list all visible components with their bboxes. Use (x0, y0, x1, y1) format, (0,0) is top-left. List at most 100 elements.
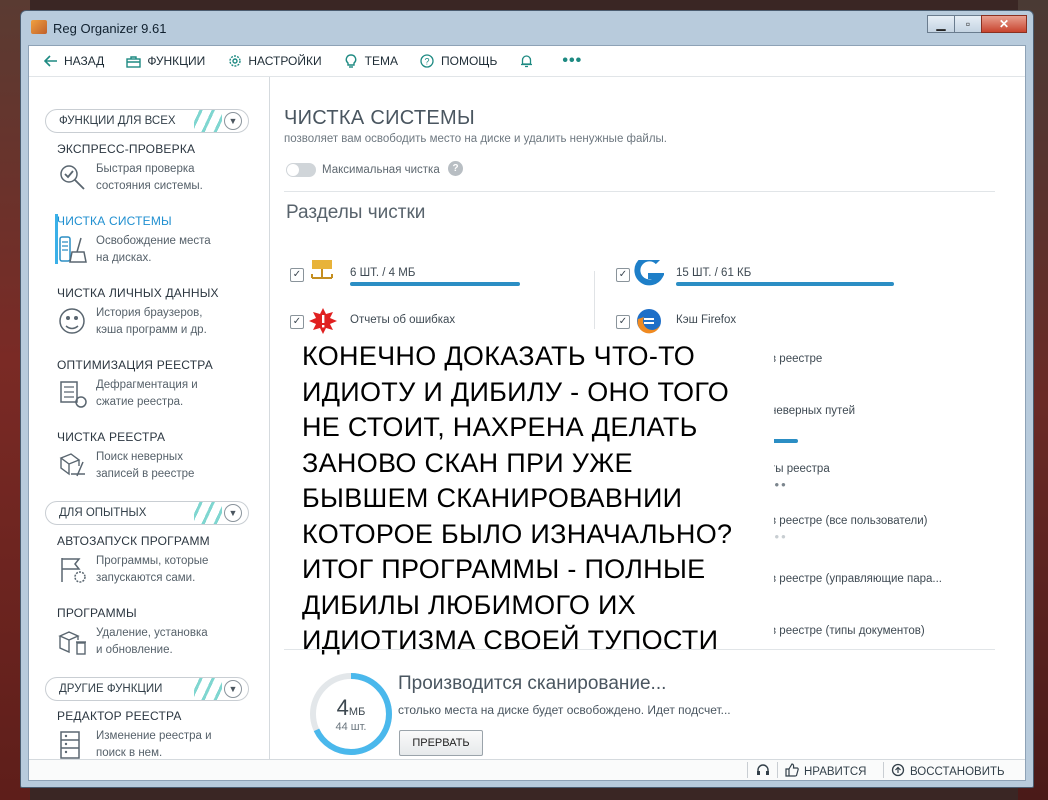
group-header-for-all[interactable]: ФУНКЦИИ ДЛЯ ВСЕХ ▼ (45, 109, 249, 133)
window-title: Reg Organizer 9.61 (53, 21, 167, 36)
settings-label: НАСТРОЙКИ (248, 54, 322, 68)
sidebar-item-description: Программы, которые запускаются сами. (96, 553, 208, 587)
restore-label: ВОССТАНОВИТЬ (910, 765, 1005, 778)
sidebar-item-desc-line1: Удаление, установка (96, 627, 208, 639)
sidebar-item-private-data[interactable]: ЧИСТКА ЛИЧНЫХ ДАННЫХ История браузеров, … (57, 286, 257, 336)
functions-label: ФУНКЦИИ (147, 54, 206, 68)
chevron-down-icon[interactable]: ▼ (224, 680, 242, 698)
sidebar-item-title: ЧИСТКА РЕЕСТРА (57, 430, 166, 444)
close-button[interactable]: ✕ (981, 15, 1027, 33)
max-clean-toggle[interactable] (286, 163, 316, 177)
sidebar-item-description: История браузеров, кэша программ и др. (96, 305, 207, 339)
sidebar-item-registry-optimization[interactable]: ОПТИМИЗАЦИЯ РЕЕСТРА Дефрагментация и сжа… (57, 358, 257, 408)
title-bar[interactable]: Reg Organizer 9.61 ▁ ▫ ✕ (21, 11, 1033, 45)
mask-icon (57, 306, 89, 338)
chevron-down-icon[interactable]: ▼ (224, 112, 242, 130)
stop-scan-button[interactable]: ПРЕРВАТЬ (399, 730, 483, 756)
freed-count: 44 шт. (335, 721, 367, 733)
sidebar-item-registry-editor[interactable]: РЕДАКТОР РЕЕСТРА Изменение реестра и пои… (57, 709, 257, 759)
category-label: в реестре (типы документов) (770, 625, 925, 637)
group-header-advanced[interactable]: ДЛЯ ОПЫТНЫХ ▼ (45, 501, 249, 525)
sidebar-item-desc-line1: Быстрая проверка (96, 163, 195, 175)
restore-button[interactable]: ВОССТАНОВИТЬ (891, 763, 1005, 780)
status-separator (747, 762, 748, 778)
category-checkbox[interactable]: ✓ (290, 315, 304, 329)
category-label: в реестре (управляющие пара... (770, 573, 942, 585)
more-button[interactable]: ••• (562, 52, 582, 70)
group-stripes-decoration (194, 678, 222, 700)
sidebar-item-desc-line1: Освобождение места (96, 235, 211, 247)
divider (284, 649, 995, 650)
category-progress-bar (676, 282, 894, 286)
sidebar-item-autostart[interactable]: АВТОЗАПУСК ПРОГРАММ Программы, которые з… (57, 534, 257, 584)
sidebar-item-desc-line2: сжатие реестра. (96, 396, 184, 408)
group-stripes-decoration (194, 502, 222, 524)
svg-text:?: ? (425, 57, 430, 67)
sidebar-item-system-cleanup[interactable]: ЧИСТКА СИСТЕМЫ Освобождение места на дис… (55, 214, 257, 264)
question-circle-icon: ? (420, 54, 435, 69)
group-stripes-decoration (194, 110, 222, 132)
category-checkbox[interactable]: ✓ (616, 268, 630, 282)
category-checkbox[interactable]: ✓ (290, 268, 304, 282)
column-divider (594, 271, 595, 329)
minimize-button[interactable]: ▁ (927, 15, 955, 33)
group-header-label: ФУНКЦИИ ДЛЯ ВСЕХ (59, 115, 176, 127)
support-button[interactable] (756, 763, 770, 780)
toolbar: НАЗАД ФУНКЦИИ НАСТРОЙКИ ТЕМА ? ПОМОЩЬ ••… (29, 46, 1025, 77)
scan-subtitle: столько места на диске будет освобождено… (398, 703, 731, 717)
network-folder-icon (308, 260, 338, 288)
theme-label: ТЕМА (364, 54, 398, 68)
edge-browser-icon (634, 255, 666, 288)
category-label: в реестре (770, 353, 823, 365)
registry-broom-icon (57, 450, 89, 482)
functions-button[interactable]: ФУНКЦИИ (126, 54, 205, 69)
category-label: в реестре (все пользователи) (770, 515, 928, 527)
status-bar: НРАВИТСЯ ВОССТАНОВИТЬ (29, 759, 1025, 780)
help-button[interactable]: ? ПОМОЩЬ (420, 54, 497, 69)
lightbulb-icon (344, 53, 359, 69)
category-label: 6 ШТ. / 4 МБ (350, 267, 416, 279)
firefox-icon (634, 307, 664, 335)
sidebar-item-desc-line2: состояния системы. (96, 180, 203, 192)
like-button[interactable]: НРАВИТСЯ (785, 763, 866, 780)
chevron-down-icon[interactable]: ▼ (224, 504, 242, 522)
group-header-label: ДРУГИЕ ФУНКЦИИ (59, 683, 163, 695)
category-progress-bar (770, 439, 798, 443)
box-trash-icon (57, 626, 89, 658)
sidebar-item-description: Поиск неверных записей в реестре (96, 449, 194, 483)
app-logo-icon (31, 20, 47, 34)
sidebar-item-desc-line1: Изменение реестра и (96, 730, 212, 742)
sidebar: ФУНКЦИИ ДЛЯ ВСЕХ ▼ ЭКСПРЕСС-ПРОВЕРКА Быс… (29, 77, 270, 760)
maximize-button[interactable]: ▫ (954, 15, 982, 33)
bell-icon (519, 54, 534, 69)
sidebar-item-desc-line1: Программы, которые (96, 555, 209, 567)
theme-button[interactable]: ТЕМА (344, 53, 398, 69)
flag-gear-icon (57, 554, 89, 586)
sidebar-item-title: ЧИСТКА СИСТЕМЫ (57, 214, 172, 228)
sidebar-item-express-check[interactable]: ЭКСПРЕСС-ПРОВЕРКА Быстрая проверка состо… (57, 142, 257, 192)
sidebar-item-programs[interactable]: ПРОГРАММЫ Удаление, установка и обновлен… (57, 606, 257, 656)
thumbs-up-icon (785, 763, 799, 780)
back-label: НАЗАД (64, 54, 105, 68)
sidebar-item-desc-line1: Поиск неверных (96, 451, 183, 463)
back-button[interactable]: НАЗАД (43, 54, 104, 69)
status-separator (777, 762, 778, 778)
sidebar-item-desc-line2: записей в реестре (96, 468, 195, 480)
overlay-caption-text: КОНЕЧНО ДОКАЗАТЬ ЧТО-ТО ИДИОТУ И ДИБИЛУ … (302, 341, 733, 655)
category-label: Кэш Firefox (676, 314, 737, 326)
sidebar-item-desc-line2: кэша программ и др. (96, 324, 207, 336)
registry-defrag-icon (57, 378, 89, 410)
sidebar-item-title: РЕДАКТОР РЕЕСТРА (57, 709, 182, 723)
gear-icon (227, 54, 242, 69)
sidebar-item-title: АВТОЗАПУСК ПРОГРАММ (57, 534, 210, 548)
sidebar-item-registry-cleanup[interactable]: ЧИСТКА РЕЕСТРА Поиск неверных записей в … (57, 430, 257, 480)
error-report-icon (308, 307, 338, 335)
client-area: НАЗАД ФУНКЦИИ НАСТРОЙКИ ТЕМА ? ПОМОЩЬ ••… (28, 45, 1026, 781)
notifications-button[interactable] (519, 54, 540, 69)
help-label: ПОМОЩЬ (440, 54, 498, 68)
settings-button[interactable]: НАСТРОЙКИ (227, 54, 322, 69)
group-header-other[interactable]: ДРУГИЕ ФУНКЦИИ ▼ (45, 677, 249, 701)
help-icon[interactable]: ? (448, 161, 463, 176)
category-checkbox[interactable]: ✓ (616, 315, 630, 329)
scan-title: Производится сканирование... (398, 673, 667, 694)
